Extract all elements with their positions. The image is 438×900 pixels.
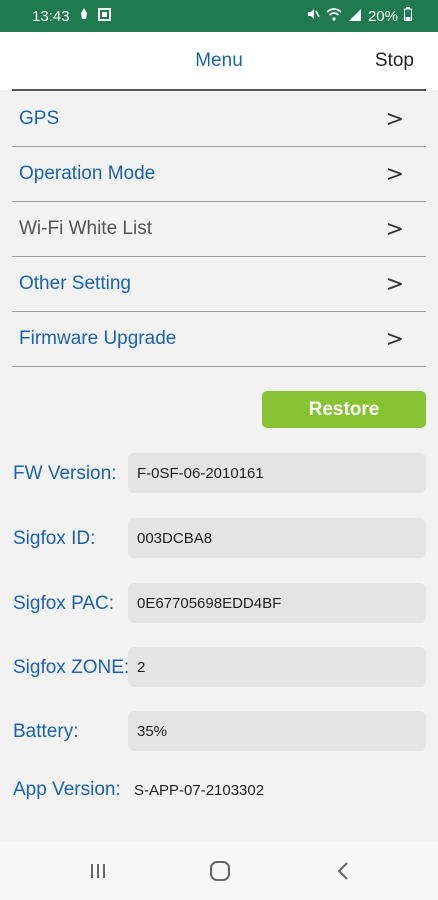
- mute-icon: [306, 7, 320, 25]
- header-divider: [12, 89, 426, 91]
- menu-item-wifi-white-list[interactable]: Wi-Fi White List >: [12, 202, 426, 257]
- app-version-value: S-APP-07-2103302: [134, 782, 265, 799]
- menu-item-label: Operation Mode: [19, 163, 156, 184]
- chevron-right-icon: >: [385, 106, 404, 132]
- chevron-right-icon: >: [385, 216, 404, 242]
- menu-item-label: GPS: [19, 108, 60, 129]
- status-left: 13:43: [32, 7, 111, 25]
- menu-item-label: Firmware Upgrade: [19, 328, 177, 349]
- signal-icon: [348, 8, 362, 25]
- battery-percent: 20%: [367, 7, 398, 25]
- chevron-right-icon: >: [385, 161, 404, 187]
- sigfox-id-field: 003DCBA8: [128, 518, 426, 558]
- restore-button[interactable]: Restore: [262, 391, 426, 428]
- recent-apps-button[interactable]: [78, 854, 118, 888]
- battery-icon: [404, 7, 412, 25]
- back-button[interactable]: [323, 854, 363, 888]
- sigfox-id-label: Sigfox ID:: [13, 528, 96, 549]
- page-title: Menu: [195, 50, 243, 71]
- back-icon: [337, 862, 348, 880]
- fw-version-label: FW Version:: [13, 463, 117, 484]
- app-version-label: App Version:: [13, 779, 121, 800]
- home-icon: [210, 861, 230, 881]
- sigfox-zone-label: Sigfox ZONE:: [13, 657, 130, 678]
- menu-item-label: Other Setting: [19, 273, 131, 294]
- battery-label: Battery:: [13, 721, 79, 742]
- square-icon: [97, 7, 111, 25]
- chevron-right-icon: >: [385, 326, 404, 352]
- menu-item-label: Wi-Fi White List: [19, 218, 152, 239]
- menu-item-other-setting[interactable]: Other Setting >: [12, 257, 426, 312]
- chevron-right-icon: >: [385, 271, 404, 297]
- menu-item-firmware-upgrade[interactable]: Firmware Upgrade >: [12, 312, 426, 367]
- notification-icon: [78, 7, 90, 25]
- sigfox-zone-field: 2: [128, 647, 426, 687]
- menu-item-gps[interactable]: GPS >: [12, 92, 426, 147]
- home-button[interactable]: [200, 854, 240, 888]
- menu-item-operation-mode[interactable]: Operation Mode >: [12, 147, 426, 202]
- menu-list: GPS > Operation Mode > Wi-Fi White List …: [12, 92, 426, 367]
- system-nav-bar: [0, 842, 438, 900]
- sigfox-pac-field: 0E67705698EDD4BF: [128, 583, 426, 623]
- wifi-icon: [326, 7, 342, 25]
- status-time: 13:43: [32, 7, 70, 25]
- battery-field: 35%: [128, 711, 426, 751]
- stop-button[interactable]: Stop: [375, 50, 414, 72]
- recent-apps-icon: [91, 864, 105, 878]
- app-header: Menu Stop: [0, 32, 438, 90]
- status-right: 20%: [306, 7, 412, 25]
- status-bar: 13:43 20%: [0, 0, 438, 32]
- sigfox-pac-label: Sigfox PAC:: [13, 593, 115, 614]
- fw-version-field: F-0SF-06-2010161: [128, 453, 426, 493]
